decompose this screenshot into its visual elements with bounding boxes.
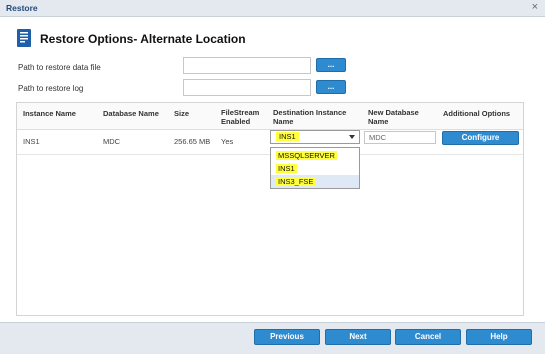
cell-filestream-enabled: Yes bbox=[221, 137, 234, 146]
close-icon[interactable]: × bbox=[532, 1, 538, 13]
dropdown-option-label: INS3_FSE bbox=[276, 177, 316, 186]
dropdown-option-mssqlserver[interactable]: MSSQLSERVER bbox=[271, 149, 359, 162]
browse-data-file-button[interactable]: ... bbox=[316, 58, 346, 72]
col-database-name: Database Name bbox=[103, 109, 159, 118]
new-database-name-input[interactable]: MDC bbox=[364, 131, 436, 144]
grid-header: Instance Name Database Name Size FileStr… bbox=[17, 103, 523, 130]
previous-button[interactable]: Previous bbox=[254, 329, 320, 345]
destination-instance-dropdown: MSSQLSERVER INS1 INS3_FSE bbox=[270, 147, 360, 189]
col-new-database-name: New Database Name bbox=[368, 108, 419, 126]
log-path-input[interactable] bbox=[183, 79, 311, 96]
destination-instance-select[interactable]: INS1 bbox=[270, 130, 360, 144]
dropdown-option-ins3-fse[interactable]: INS3_FSE bbox=[271, 175, 359, 188]
data-file-path-label: Path to restore data file bbox=[18, 63, 101, 72]
cell-instance-name: INS1 bbox=[23, 137, 40, 146]
cancel-button[interactable]: Cancel bbox=[395, 329, 461, 345]
browse-log-button[interactable]: ... bbox=[316, 80, 346, 94]
destination-instance-value: INS1 bbox=[276, 132, 299, 141]
configure-button[interactable]: Configure bbox=[442, 131, 519, 145]
col-destination-instance: Destination Instance Name bbox=[273, 108, 347, 126]
dropdown-option-label: INS1 bbox=[276, 164, 297, 173]
help-button[interactable]: Help bbox=[466, 329, 532, 345]
document-restore-icon bbox=[17, 29, 31, 47]
chevron-down-icon[interactable] bbox=[349, 135, 355, 139]
page-title: Restore Options- Alternate Location bbox=[40, 32, 246, 46]
col-additional-options: Additional Options bbox=[443, 109, 511, 118]
col-instance-name: Instance Name bbox=[23, 109, 76, 118]
data-file-path-input[interactable] bbox=[183, 57, 311, 74]
footer-bar: Previous Next Cancel Help bbox=[0, 322, 545, 354]
log-path-label: Path to restore log bbox=[18, 84, 84, 93]
dropdown-option-ins1[interactable]: INS1 bbox=[271, 162, 359, 175]
window-title: Restore bbox=[6, 3, 38, 13]
title-bar: Restore × bbox=[0, 0, 545, 17]
dropdown-option-label: MSSQLSERVER bbox=[276, 151, 337, 160]
cell-database-name: MDC bbox=[103, 137, 121, 146]
cell-size: 256.65 MB bbox=[174, 137, 211, 146]
col-size: Size bbox=[174, 109, 190, 118]
next-button[interactable]: Next bbox=[325, 329, 391, 345]
col-filestream-enabled: FileStream Enabled bbox=[221, 108, 260, 126]
